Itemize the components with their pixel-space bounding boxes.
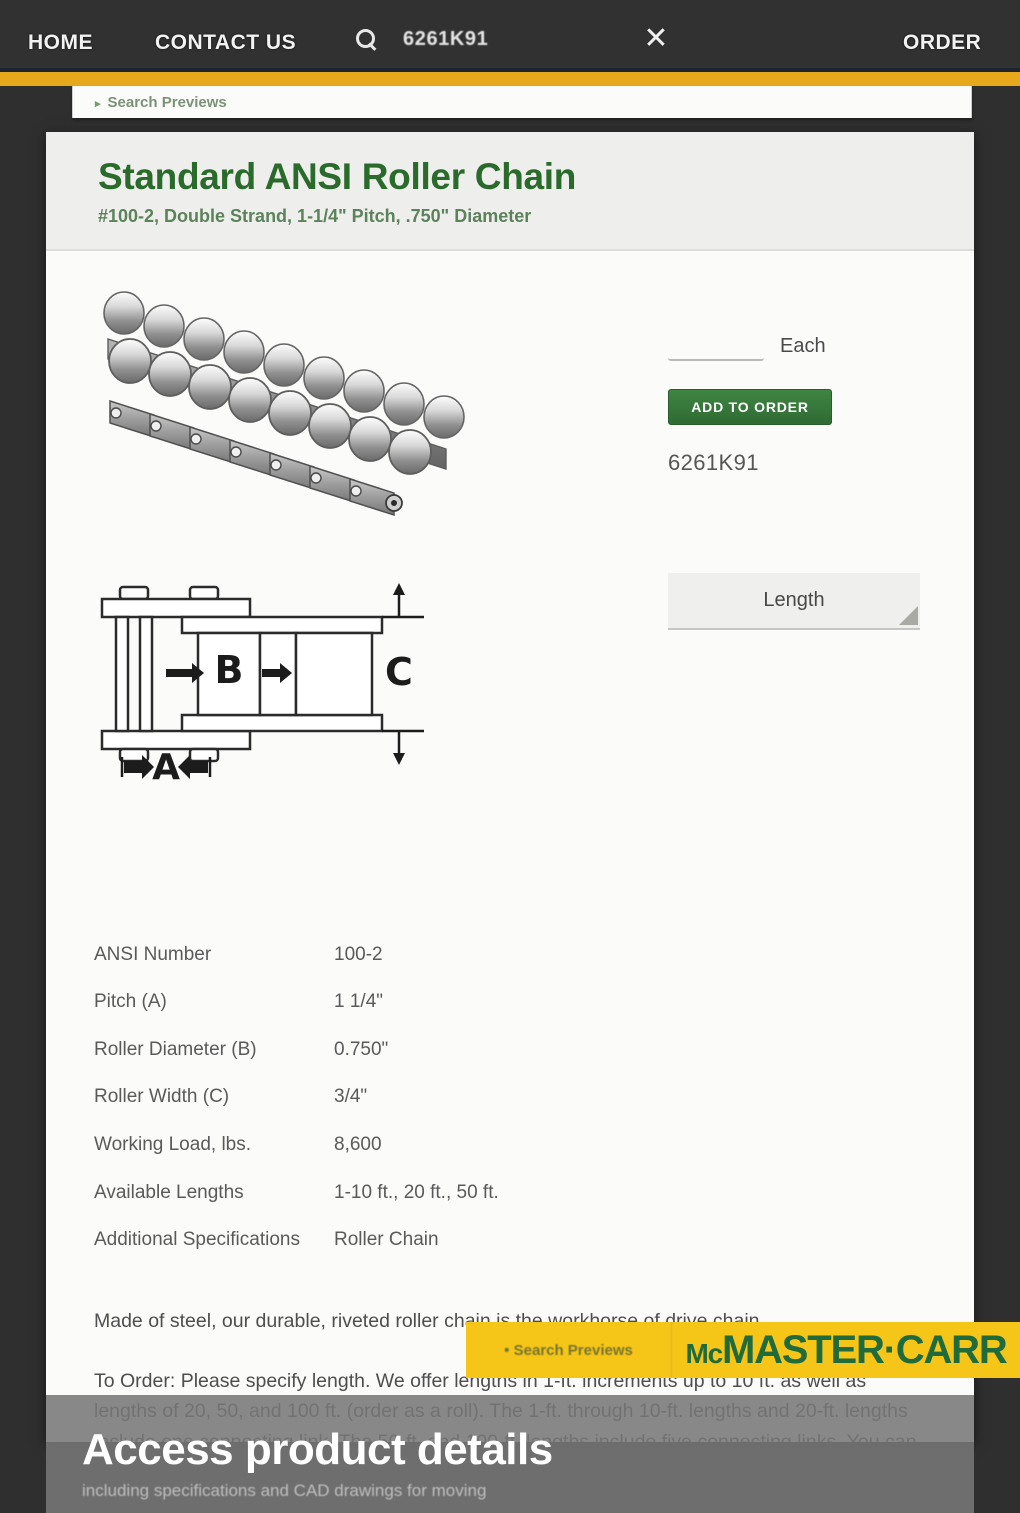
product-detail-card: Standard ANSI Roller Chain #100-2, Doubl…	[46, 132, 974, 1442]
purchase-panel: Each ADD TO ORDER 6261K91 Length	[668, 321, 938, 630]
nav-link-home[interactable]: HOME	[28, 31, 93, 55]
spec-label: Available Lengths	[94, 1181, 244, 1203]
search-previews-button-label: Search Previews	[513, 1341, 633, 1359]
svg-text:C: C	[385, 650, 413, 694]
spec-label: Additional Specifications	[94, 1229, 300, 1251]
brand-banner: • Search Previews McMASTER·CARR	[466, 1322, 1020, 1378]
bullet-icon: •	[504, 1341, 510, 1359]
part-number: 6261K91	[668, 449, 759, 475]
length-select-label: Length	[763, 588, 825, 611]
spec-label: Pitch (A)	[94, 991, 167, 1013]
svg-text:A: A	[152, 747, 180, 781]
spec-label: ANSI Number	[94, 943, 212, 965]
search-icon	[355, 28, 377, 50]
table-row: Roller Width (C) 3/4"	[94, 1083, 654, 1111]
product-subtitle: #100-2, Double Strand, 1-1/4" Pitch, .75…	[98, 205, 532, 226]
spec-value: 1 1/4"	[334, 991, 384, 1013]
product-photo	[103, 291, 465, 516]
access-product-details-overlay: Access product details including specifi…	[46, 1395, 974, 1513]
bullet-icon: ▸	[95, 97, 101, 110]
search-input[interactable]: 6261K91	[403, 28, 488, 51]
svg-text:B: B	[215, 648, 244, 692]
quantity-input[interactable]	[668, 330, 764, 361]
search-previews-text: Search Previews	[107, 93, 227, 111]
app-root: HOME CONTACT US 6261K91 ✕ ORDER ▸ Search …	[0, 0, 1020, 1513]
spec-value: Roller Chain	[334, 1229, 439, 1251]
search-bar[interactable]: 6261K91	[355, 22, 488, 56]
nav-link-order[interactable]: ORDER	[903, 31, 981, 55]
unit-label: Each	[780, 334, 826, 357]
spec-value: 3/4"	[334, 1086, 368, 1108]
logo-main-text: MASTER·CARR	[721, 1327, 1008, 1372]
search-previews-tab-label: ▸ Search Previews	[95, 94, 227, 111]
spec-value: 100-2	[334, 943, 383, 965]
table-row: Roller Diameter (B) 0.750"	[94, 1036, 654, 1064]
nav-link-contact-us[interactable]: CONTACT US	[155, 31, 296, 55]
quantity-row: Each	[668, 321, 938, 361]
overlay-subtitle: including specifications and CAD drawing…	[82, 1481, 487, 1500]
logo-mc-text: Mc	[685, 1337, 723, 1369]
search-previews-tab[interactable]: ▸ Search Previews	[72, 86, 972, 118]
spec-label: Roller Diameter (B)	[94, 1038, 257, 1060]
table-row: Working Load, lbs. 8,600	[94, 1131, 654, 1159]
topbar-divider	[0, 68, 1020, 72]
table-row: Available Lengths 1-10 ft., 20 ft., 50 f…	[94, 1179, 654, 1207]
spec-value: 1-10 ft., 20 ft., 50 ft.	[334, 1181, 499, 1203]
length-select[interactable]: Length	[668, 572, 920, 630]
table-row: Additional Specifications Roller Chain	[94, 1226, 654, 1254]
spec-label: Working Load, lbs.	[94, 1134, 252, 1156]
spec-value: 8,600	[334, 1134, 382, 1156]
spec-label: Roller Width (C)	[94, 1086, 230, 1108]
table-row: Pitch (A) 1 1/4"	[94, 988, 654, 1016]
product-body: B C A Each ADD TO ORDER 6261K91 Length A…	[46, 251, 974, 1442]
specifications-table: ANSI Number 100-2 Pitch (A) 1 1/4" Rolle…	[94, 941, 654, 1274]
product-header: Standard ANSI Roller Chain #100-2, Doubl…	[46, 132, 974, 251]
search-preview-accent-strip	[0, 72, 1020, 86]
add-to-order-button[interactable]: ADD TO ORDER	[668, 388, 832, 425]
overlay-title: Access product details	[82, 1425, 553, 1474]
spec-value: 0.750"	[334, 1038, 389, 1060]
close-icon[interactable]: ✕	[640, 24, 672, 56]
page-title: Standard ANSI Roller Chain	[98, 156, 577, 197]
search-previews-button[interactable]: • Search Previews	[466, 1322, 672, 1378]
dimension-diagram: B C A	[100, 582, 424, 781]
table-row: ANSI Number 100-2	[94, 941, 654, 969]
mcmaster-carr-logo: McMASTER·CARR	[672, 1328, 1020, 1373]
top-navigation-bar: HOME CONTACT US 6261K91 ✕ ORDER	[0, 0, 1020, 68]
